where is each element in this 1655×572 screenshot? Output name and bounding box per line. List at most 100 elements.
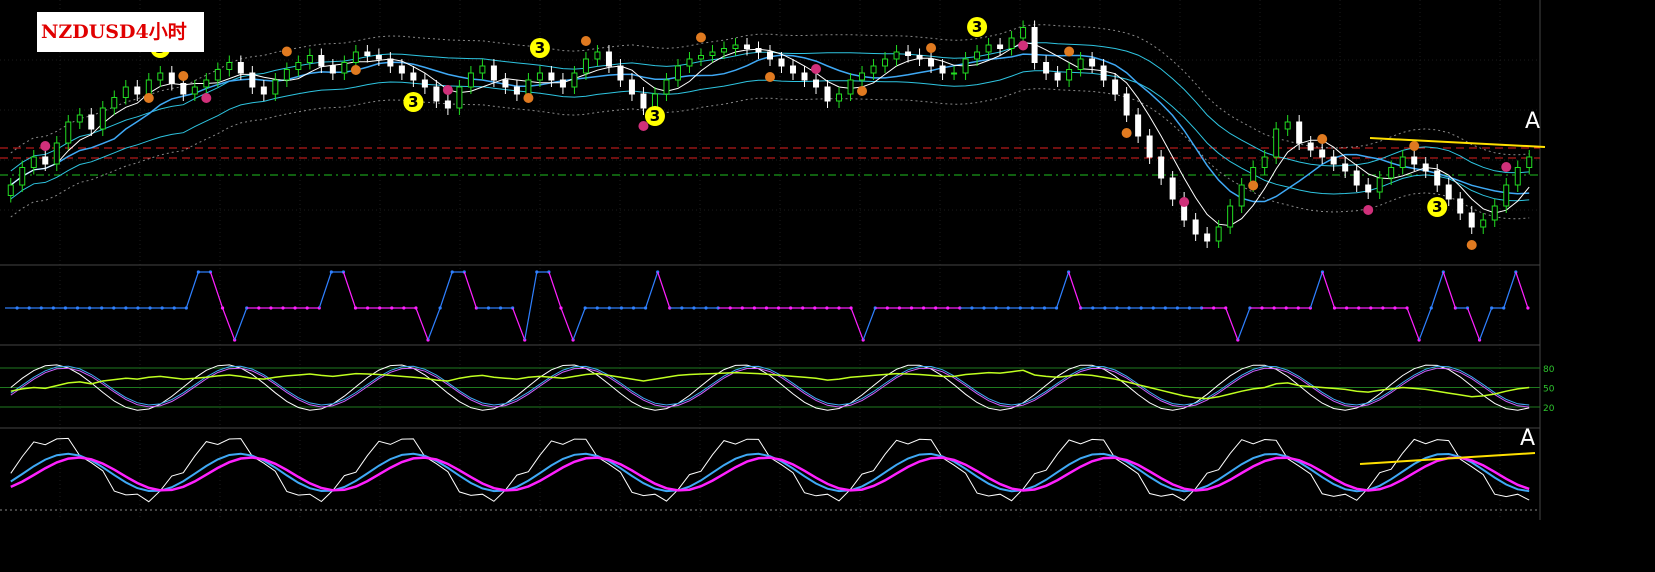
candle-body <box>1457 198 1464 214</box>
candle-body <box>145 79 152 95</box>
candle-body <box>7 184 14 196</box>
candle-body <box>341 62 348 74</box>
wave3-marker: 3 <box>529 38 550 58</box>
candle-body <box>1353 170 1360 186</box>
candle-body <box>191 86 198 95</box>
candle-body <box>882 58 889 67</box>
chart-window: NZDUSD4小时 333333A 805020A <box>0 0 1655 568</box>
candle-body <box>1503 184 1510 207</box>
candle-body <box>1491 205 1498 221</box>
wave3-label: 3 <box>1432 198 1442 216</box>
candle-body <box>1514 167 1521 186</box>
candle-body <box>1043 62 1050 74</box>
candle-body <box>283 69 290 81</box>
candle-body <box>525 79 532 95</box>
pivot-marker <box>1179 197 1190 207</box>
candle-body <box>1054 72 1061 81</box>
candle-body <box>859 72 866 81</box>
candle-body <box>594 51 601 60</box>
candle-body <box>916 55 923 60</box>
candle-body <box>1445 184 1452 200</box>
candle-body <box>905 51 912 56</box>
candle-body <box>99 107 106 130</box>
candle-body <box>479 65 486 74</box>
candle-body <box>444 100 451 109</box>
candle-body <box>962 58 969 74</box>
candle-body <box>674 65 681 81</box>
candle-body <box>1123 93 1130 116</box>
pivot-marker <box>857 86 868 96</box>
pivot-marker <box>1121 128 1132 138</box>
candle-body <box>329 65 336 74</box>
candle-body <box>65 121 72 144</box>
candle-body <box>410 72 417 81</box>
candle-body <box>318 55 325 67</box>
candle-body <box>1480 219 1487 228</box>
candle-body <box>352 51 359 63</box>
zigzag-dot <box>1526 306 1530 310</box>
osc-level-label: 80 <box>1543 365 1555 375</box>
candle-body <box>928 58 935 67</box>
candle-body <box>1215 226 1222 242</box>
candle-body <box>1307 142 1314 151</box>
candle-body <box>1388 167 1395 179</box>
candle-body <box>709 51 716 56</box>
candle-body <box>697 55 704 60</box>
pivot-marker <box>201 93 212 103</box>
pivot-marker <box>580 36 591 46</box>
candle-body <box>30 156 37 168</box>
candle-body <box>1365 184 1372 193</box>
candle-body <box>168 72 175 84</box>
candle-body <box>1238 184 1245 207</box>
candle-body <box>836 93 843 102</box>
candle-body <box>1296 121 1303 144</box>
pivot-marker <box>1018 40 1029 51</box>
candle-body <box>502 79 509 88</box>
candle-body <box>582 58 589 74</box>
candle-body <box>605 51 612 67</box>
candle-body <box>974 51 981 60</box>
candle-body <box>42 156 49 165</box>
candle-body <box>1330 156 1337 165</box>
pivot-marker <box>765 72 775 82</box>
candle-body <box>375 55 382 60</box>
candle-body <box>536 72 543 81</box>
candle-body <box>1284 121 1291 130</box>
pivot-marker <box>523 93 534 103</box>
candle-body <box>1422 163 1429 172</box>
candle-body <box>157 72 164 81</box>
candle-body <box>456 86 463 109</box>
pivot-marker <box>811 64 822 74</box>
candle-body <box>1526 156 1533 168</box>
candle-body <box>801 72 808 81</box>
candle-body <box>951 72 958 75</box>
candle-body <box>813 79 820 88</box>
wave3-label: 3 <box>972 18 982 36</box>
candle-body <box>111 97 118 109</box>
candle-body <box>663 79 670 95</box>
candle-body <box>559 79 566 88</box>
candle-body <box>1342 163 1349 172</box>
pivot-marker <box>1248 180 1259 191</box>
candle-body <box>755 48 762 53</box>
candle-body <box>1066 69 1073 81</box>
candle-body <box>134 86 141 95</box>
osc-level-label: 50 <box>1543 385 1555 395</box>
candle-body <box>1089 58 1096 67</box>
candle-body <box>985 44 992 53</box>
candle-body <box>1158 156 1165 179</box>
label-a-price: A <box>1525 109 1540 134</box>
pivot-marker <box>40 141 51 151</box>
candle-body <box>433 86 440 102</box>
pivot-marker <box>1409 141 1420 151</box>
pivot-marker <box>178 71 189 81</box>
candle-body <box>260 86 267 95</box>
pivot-marker <box>350 65 361 75</box>
candle-body <box>122 86 129 98</box>
candle-body <box>53 142 60 165</box>
candle-body <box>513 86 520 95</box>
candle-body <box>997 44 1004 49</box>
pivot-marker <box>926 43 937 53</box>
candle-body <box>767 51 773 60</box>
candle-body <box>870 65 877 74</box>
